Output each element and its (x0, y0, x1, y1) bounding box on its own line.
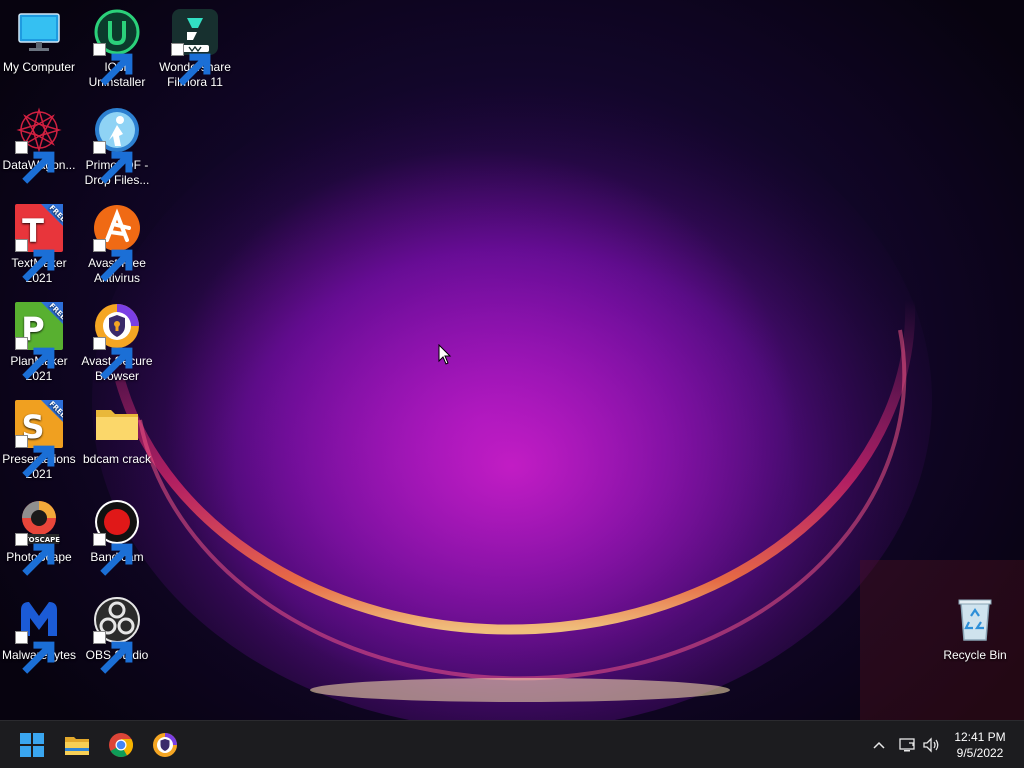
desktop-icon-photoscape[interactable]: OTOSCAPE PhotoScape (0, 498, 78, 576)
photoscape-icon: OTOSCAPE (15, 498, 63, 576)
chrome-button[interactable] (107, 731, 135, 759)
desktop-icon-presentations[interactable]: S FREE Presentations 2021 (0, 400, 78, 482)
start-button[interactable] (18, 731, 46, 759)
shortcut-arrow-icon (93, 43, 133, 86)
shortcut-arrow-icon (93, 337, 133, 380)
malwarebytes-icon (15, 596, 63, 674)
recycle-bin-icon (951, 596, 999, 644)
clock-time: 12:41 PM (954, 730, 1006, 744)
shortcut-arrow-icon (15, 239, 55, 282)
shortcut-arrow-icon (15, 141, 55, 184)
filmora-icon (171, 8, 219, 86)
desktop-icon-planmaker[interactable]: P FREE PlanMaker 2021 (0, 302, 78, 384)
textmaker-icon: T FREE (15, 204, 63, 282)
shortcut-arrow-icon (93, 239, 133, 282)
desktop-icon-textmaker[interactable]: T FREE TextMaker 2021 (0, 204, 78, 286)
shortcut-arrow-icon (93, 141, 133, 184)
avast-antivirus-icon (93, 204, 141, 282)
desktop-icon-malwarebytes[interactable]: Malwarebytes (0, 596, 78, 674)
shortcut-arrow-icon (171, 43, 211, 86)
datawagon-icon (15, 106, 63, 184)
primopdf-icon (93, 106, 141, 184)
presentations-icon: S FREE (15, 400, 63, 478)
network-status-button[interactable] (897, 735, 917, 755)
taskbar-clock[interactable]: 12:41 PM 9/5/2022 (938, 729, 1022, 761)
taskbar: 12:41 PM 9/5/2022 (0, 720, 1024, 768)
desktop-icon-recycle-bin[interactable]: Recycle Bin (936, 596, 1014, 663)
avast-browser-button[interactable] (151, 731, 179, 759)
desktop-icon-avast-antivirus[interactable]: Avast Free Antivirus (78, 204, 156, 286)
show-hidden-icons-button[interactable] (869, 735, 889, 755)
avast-browser-icon (93, 302, 141, 380)
shortcut-arrow-icon (93, 631, 133, 674)
desktop-icon-bandicam[interactable]: Bandicam (78, 498, 156, 576)
desktop-icon-wondershare-filmora[interactable]: Wondershare Filmora 11 (156, 8, 234, 90)
windows-start-icon (18, 731, 46, 759)
chevron-up-icon (869, 735, 889, 755)
desktop-icon-my-computer[interactable]: My Computer (0, 8, 78, 75)
desktop-icon-obs-studio[interactable]: OBS Studio (78, 596, 156, 674)
shortcut-arrow-icon (15, 533, 55, 576)
shortcut-arrow-icon (15, 631, 55, 674)
monitor-icon (15, 8, 63, 56)
shortcut-arrow-icon (93, 533, 133, 576)
desktop-icon-bdcam-crack[interactable]: bdcam crack (78, 400, 156, 467)
shortcut-arrow-icon (15, 337, 55, 380)
desktop-icon-datawagon[interactable]: DataWagon... (0, 106, 78, 184)
iobit-uninstaller-icon (93, 8, 141, 86)
desktop-icon-iobit-uninstaller[interactable]: IObit Uninstaller (78, 8, 156, 90)
folder-icon (93, 400, 141, 448)
network-icon (897, 735, 917, 755)
chrome-icon (107, 731, 135, 759)
planmaker-icon: P FREE (15, 302, 63, 380)
obs-icon (93, 596, 141, 674)
clock-date: 9/5/2022 (956, 746, 1004, 760)
desktop-icon-primopdf[interactable]: PrimoPDF - Drop Files... (78, 106, 156, 188)
bandicam-icon (93, 498, 141, 576)
file-explorer-button[interactable] (63, 731, 91, 759)
avast-browser-icon (151, 731, 179, 759)
desktop-icon-avast-secure-browser[interactable]: Avast Secure Browser (78, 302, 156, 384)
shortcut-arrow-icon (15, 435, 55, 478)
mouse-cursor-icon (438, 343, 452, 366)
file-explorer-icon (63, 731, 91, 759)
